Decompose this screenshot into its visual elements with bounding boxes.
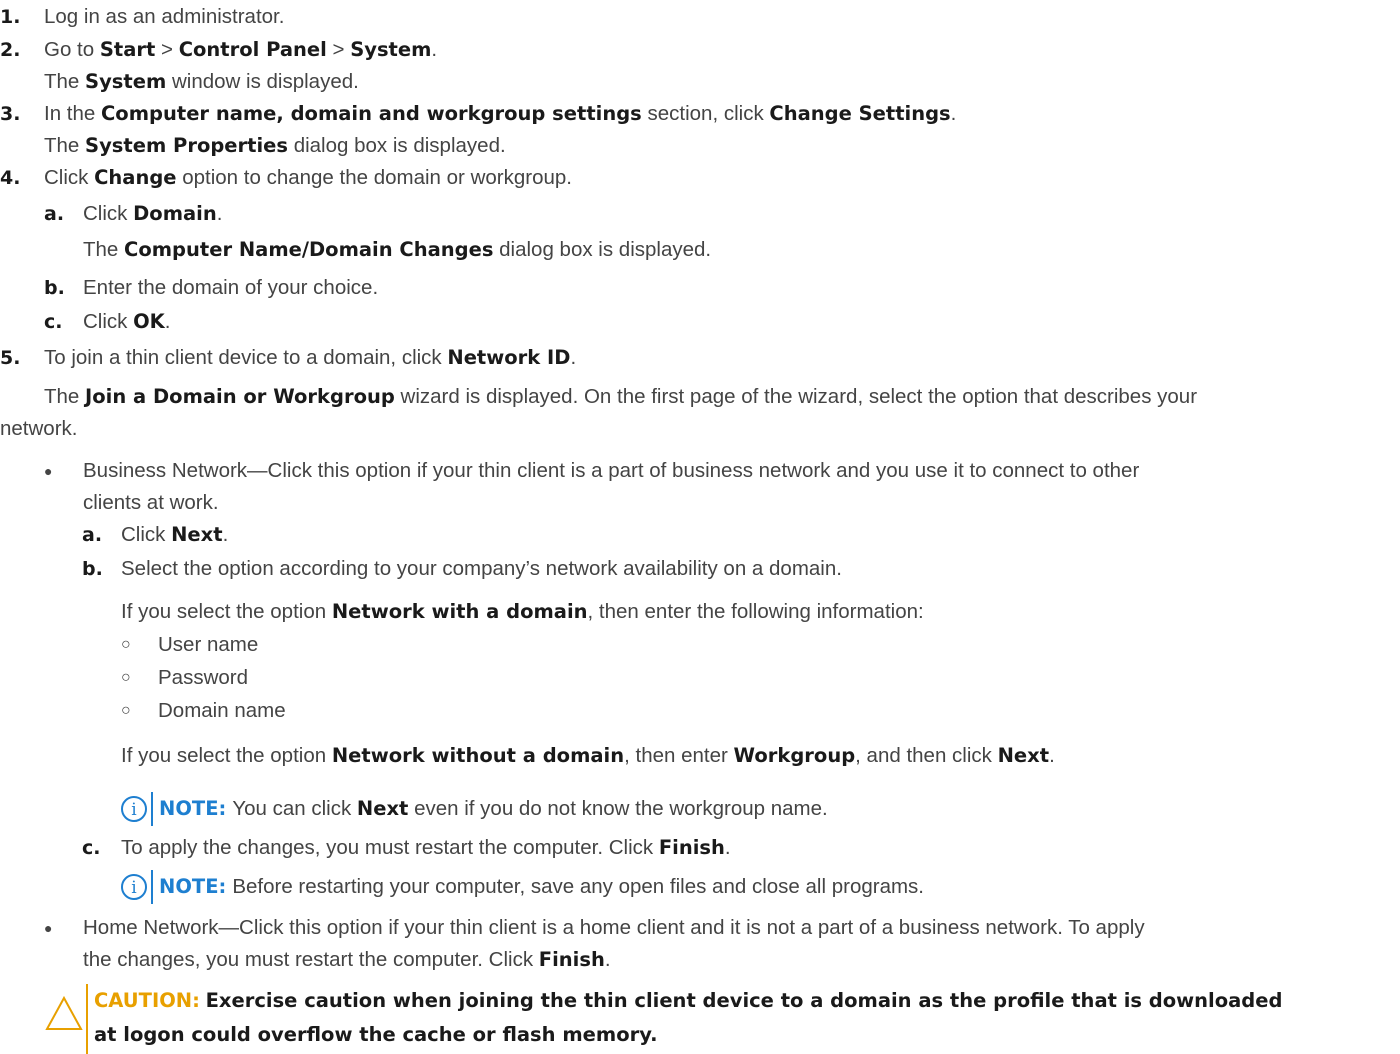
substep-text: To apply the changes, you must restart t…: [121, 836, 731, 859]
home-network-item: ● Home Network—Click this option if your…: [0, 912, 1400, 984]
business-substep-c: c. To apply the changes, you must restar…: [0, 832, 1400, 866]
info-icon: i: [121, 796, 147, 822]
credential-item: ○ Domain name: [0, 695, 1400, 740]
network-without-domain-text: If you select the option Network without…: [0, 740, 1400, 786]
step-text: In the Computer name, domain and workgro…: [44, 102, 957, 125]
substep-4a: a. Click Domain.: [0, 198, 1400, 234]
substep-text: Enter the domain of your choice.: [83, 276, 379, 299]
step-number: 3.: [0, 103, 21, 125]
procedure-document: 1. Log in as an administrator. 2. Go to …: [0, 0, 1400, 1054]
credential-item: ○ User name: [0, 629, 1400, 662]
note-text: You can click Next even if you do not kn…: [232, 797, 828, 820]
step-5-description: The Join a Domain or Workgroup wizard is…: [0, 381, 1400, 447]
note-restart: i NOTE: Before restarting your computer,…: [121, 866, 1400, 908]
caution-label: CAUTION:: [94, 989, 200, 1012]
note-label: NOTE:: [159, 875, 227, 898]
step-3: 3. In the Computer name, domain and work…: [0, 98, 1400, 162]
step-text: To join a thin client device to a domain…: [44, 346, 577, 369]
circle-bullet-icon: ○: [121, 636, 131, 653]
substep-4a-result: The Computer Name/Domain Changes dialog …: [0, 234, 1400, 272]
credential-item: ○ Password: [0, 662, 1400, 695]
caution-line-1: CAUTION: Exercise caution when joining t…: [94, 989, 1283, 1012]
step-number: 2.: [0, 39, 21, 61]
substep-letter: b.: [82, 558, 103, 580]
step-result: The System Properties dialog box is disp…: [44, 134, 506, 157]
info-icon: i: [121, 874, 147, 900]
note-divider: [151, 870, 153, 904]
step-5: 5. To join a thin client device to a dom…: [0, 342, 1400, 381]
business-substep-b: b. Select the option according to your c…: [0, 553, 1400, 596]
substep-4c: c. Click OK.: [0, 306, 1400, 342]
business-network-text: Business Network—Click this option if yo…: [83, 459, 1140, 482]
substep-text: Select the option according to your comp…: [121, 557, 842, 580]
note-workgroup: i NOTE: You can click Next even if you d…: [121, 786, 1400, 832]
step-text: Go to Start > Control Panel > System.: [44, 38, 438, 61]
warning-triangle-icon: [45, 995, 83, 1030]
substep-detail: If you select the option Network without…: [121, 744, 1055, 767]
business-network-text-cont: clients at work.: [83, 491, 219, 514]
step-number: 5.: [0, 347, 21, 369]
substep-result: The Computer Name/Domain Changes dialog …: [83, 238, 712, 261]
bullet-icon: ●: [44, 463, 53, 479]
home-network-text: Home Network—Click this option if your t…: [83, 916, 1145, 939]
circle-bullet-icon: ○: [121, 669, 131, 686]
network-with-domain-text: If you select the option Network with a …: [0, 596, 1400, 629]
caution-line-2: at logon could overflow the cache or fla…: [94, 1023, 658, 1046]
note-text: Before restarting your computer, save an…: [232, 875, 924, 898]
substep-letter: c.: [44, 311, 63, 333]
substep-text: Click Domain.: [83, 202, 223, 225]
substep-text: Click Next.: [121, 523, 229, 546]
substep-letter: a.: [44, 203, 65, 225]
step-text: Log in as an administrator.: [44, 5, 285, 28]
substep-4b: b. Enter the domain of your choice.: [0, 272, 1400, 306]
bullet-icon: ●: [44, 920, 53, 936]
substep-text: Click OK.: [83, 310, 171, 333]
step-result: The System window is displayed.: [44, 70, 359, 93]
credential-label: Domain name: [158, 699, 286, 722]
credential-label: User name: [158, 633, 259, 656]
business-network-item: ● Business Network—Click this option if …: [0, 455, 1400, 519]
wizard-description: The Join a Domain or Workgroup wizard is…: [44, 385, 1198, 408]
step-2: 2. Go to Start > Control Panel > System.…: [0, 34, 1400, 98]
step-1: 1. Log in as an administrator.: [0, 1, 1400, 34]
wizard-description-cont: network.: [0, 417, 78, 440]
substep-letter: b.: [44, 277, 65, 299]
business-substep-a: a. Click Next.: [0, 519, 1400, 553]
note-label: NOTE:: [159, 797, 227, 820]
step-number: 4.: [0, 167, 21, 189]
step-text: Click Change option to change the domain…: [44, 166, 572, 189]
step-4: 4. Click Change option to change the dom…: [0, 162, 1400, 198]
credential-label: Password: [158, 666, 249, 689]
substep-detail: If you select the option Network with a …: [121, 600, 924, 623]
circle-bullet-icon: ○: [121, 702, 131, 719]
step-number: 1.: [0, 6, 21, 28]
substep-letter: a.: [82, 524, 103, 546]
note-divider: [151, 792, 153, 826]
home-network-text-cont: the changes, you must restart the comput…: [83, 948, 611, 971]
substep-letter: c.: [82, 837, 101, 859]
